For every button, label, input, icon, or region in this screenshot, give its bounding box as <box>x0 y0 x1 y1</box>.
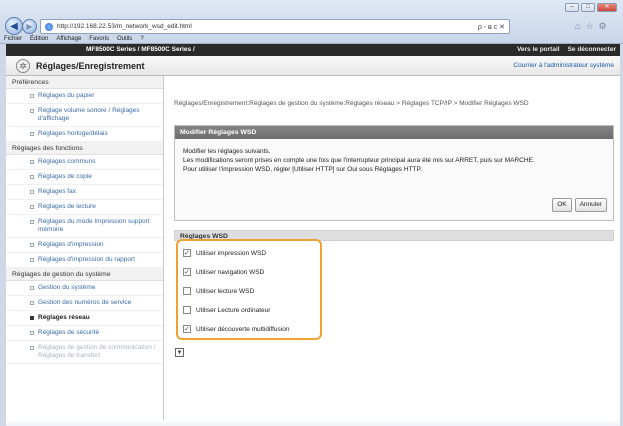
bullet-icon <box>30 331 34 335</box>
address-url[interactable]: http://192.168.22.53/m_network_wsd_edit.… <box>57 23 192 30</box>
portal-link[interactable]: Vers le portail <box>517 46 560 53</box>
device-header-bar: MF8500C Series / MF8500C Series / Vers l… <box>6 44 620 56</box>
page-favicon-icon <box>45 22 53 31</box>
panel-body: Modifier les réglages suivants. Les modi… <box>175 139 613 174</box>
sidebar-item-label: Gestion du système <box>38 284 96 291</box>
instruction-line-2: Les modifications seront prises en compt… <box>183 156 535 164</box>
sidebar-item-fax[interactable]: Réglages fax <box>6 185 163 200</box>
sidebar-section-preferences: Préférences <box>6 76 163 89</box>
address-tools[interactable]: ρ - ᴃ c ✕ <box>478 23 509 31</box>
bullet-icon <box>30 109 34 113</box>
expand-toggle-icon[interactable]: ▼ <box>175 348 184 357</box>
settings-icon: ✲ <box>16 59 30 73</box>
sidebar-item-label: Réglages communs <box>38 158 96 165</box>
bullet-icon <box>30 346 34 350</box>
bullet-icon <box>30 205 34 209</box>
sidebar-item-label: Réglages de gestion de communication / R… <box>38 344 156 359</box>
breadcrumb: Réglages/Enregistrement:Réglages de gest… <box>174 100 529 107</box>
forward-arrow-icon[interactable]: ▶ <box>22 19 37 34</box>
sidebar-item-common[interactable]: Réglages communs <box>6 155 163 170</box>
bullet-icon <box>30 175 34 179</box>
window-controls: – □ ✕ <box>565 3 617 12</box>
bullet-icon <box>30 190 34 194</box>
sidebar-item-communication-transfer[interactable]: Réglages de gestion de communication / R… <box>6 341 163 364</box>
sidebar-item-paper[interactable]: Réglages du papier <box>6 89 163 104</box>
sidebar-item-label: Réglages de copie <box>38 173 92 180</box>
menu-tools[interactable]: Outils <box>117 36 132 44</box>
bullet-icon <box>30 316 34 320</box>
sidebar-item-system-management[interactable]: Gestion du système <box>6 281 163 296</box>
sidebar-item-label: Réglages du mode Impression support mémo… <box>38 218 150 233</box>
sidebar-item-label: Réglages du papier <box>38 92 95 99</box>
sidebar-section-system-management: Réglages de gestion du système <box>6 268 163 281</box>
sidebar-item-memory-media-print[interactable]: Réglages du mode Impression support mémo… <box>6 215 163 238</box>
browser-toolbar-icons: ⌂ ☆ ⚙ <box>575 21 607 32</box>
close-icon[interactable]: ✕ <box>597 3 617 12</box>
cancel-button[interactable]: Annuler <box>574 198 607 212</box>
home-icon[interactable]: ⌂ <box>575 21 580 32</box>
admin-mail-link[interactable]: Courrier à l'administrateur système <box>513 62 614 69</box>
page-title-bar: ✲ Réglages/Enregistrement Courrier à l'a… <box>6 56 620 76</box>
menu-bar: Fichier Édition Affichage Favoris Outils… <box>0 36 623 44</box>
gear-icon[interactable]: ⚙ <box>599 21 607 32</box>
minimize-icon[interactable]: – <box>565 3 579 12</box>
panel-title: Modifier Réglages WSD <box>175 126 613 139</box>
browser-chrome: – □ ✕ ◀ ▶ http://192.168.22.53/m_network… <box>0 0 623 44</box>
bullet-icon <box>30 286 34 290</box>
star-icon[interactable]: ☆ <box>585 21 593 32</box>
sidebar-item-label: Réglages fax <box>38 188 76 195</box>
sidebar-section-functions: Réglages des fonctions <box>6 142 163 155</box>
edit-panel: Modifier Réglages WSD Modifier les régla… <box>174 125 614 221</box>
sidebar-item-label: Réglages d'impression du rapport <box>38 256 135 263</box>
bullet-icon <box>30 220 34 224</box>
sidebar-item-network[interactable]: Réglages réseau <box>6 311 163 326</box>
sidebar-item-label: Gestion des numéros de service <box>38 299 132 306</box>
instruction-line-1: Modifier les réglages suivants. <box>183 148 271 155</box>
bullet-icon <box>30 132 34 136</box>
callout-highlight-frame <box>176 239 322 340</box>
sidebar-item-label: Réglages de sécurité <box>38 329 100 336</box>
sidebar-item-volume-display[interactable]: Réglage volume sonore / Réglages d'affic… <box>6 104 163 127</box>
sidebar-item-clock[interactable]: Réglages horloge/délais <box>6 127 163 142</box>
bullet-icon <box>30 94 34 98</box>
sidebar-item-department-id[interactable]: Gestion des numéros de service <box>6 296 163 311</box>
sidebar-item-security[interactable]: Réglages de sécurité <box>6 326 163 341</box>
device-model: MF8500C Series / MF8500C Series / <box>86 46 195 53</box>
logout-link[interactable]: Se déconnecter <box>568 46 616 53</box>
back-arrow-icon[interactable]: ◀ <box>5 17 23 35</box>
bullet-icon <box>30 258 34 262</box>
bottom-fade <box>6 420 620 426</box>
sidebar-item-label: Réglages de lecture <box>38 203 96 210</box>
instruction-line-3: Pour utiliser l'impression WSD, régler [… <box>183 165 422 173</box>
address-bar[interactable]: http://192.168.22.53/m_network_wsd_edit.… <box>40 19 510 34</box>
menu-help[interactable]: ? <box>140 36 143 44</box>
menu-favorites[interactable]: Favoris <box>89 36 109 44</box>
menu-edit[interactable]: Édition <box>30 36 48 44</box>
menu-view[interactable]: Affichage <box>56 36 81 44</box>
sidebar-item-label: Réglages réseau <box>38 314 90 321</box>
bullet-icon <box>30 243 34 247</box>
sidebar-item-copy[interactable]: Réglages de copie <box>6 170 163 185</box>
sidebar-item-label: Réglages d'impression <box>38 241 104 248</box>
sidebar-item-scan[interactable]: Réglages de lecture <box>6 200 163 215</box>
menu-file[interactable]: Fichier <box>4 36 22 44</box>
sidebar: Préférences Réglages du papier Réglage v… <box>6 76 164 426</box>
sidebar-item-report-print[interactable]: Réglages d'impression du rapport <box>6 253 163 268</box>
sidebar-item-printer[interactable]: Réglages d'impression <box>6 238 163 253</box>
page-title: Réglages/Enregistrement <box>36 61 145 71</box>
bullet-icon <box>30 301 34 305</box>
maximize-icon[interactable]: □ <box>581 3 595 12</box>
bullet-icon <box>30 160 34 164</box>
ok-button[interactable]: OK <box>552 198 572 212</box>
sidebar-item-label: Réglage volume sonore / Réglages d'affic… <box>38 107 140 122</box>
sidebar-item-label: Réglages horloge/délais <box>38 130 108 137</box>
